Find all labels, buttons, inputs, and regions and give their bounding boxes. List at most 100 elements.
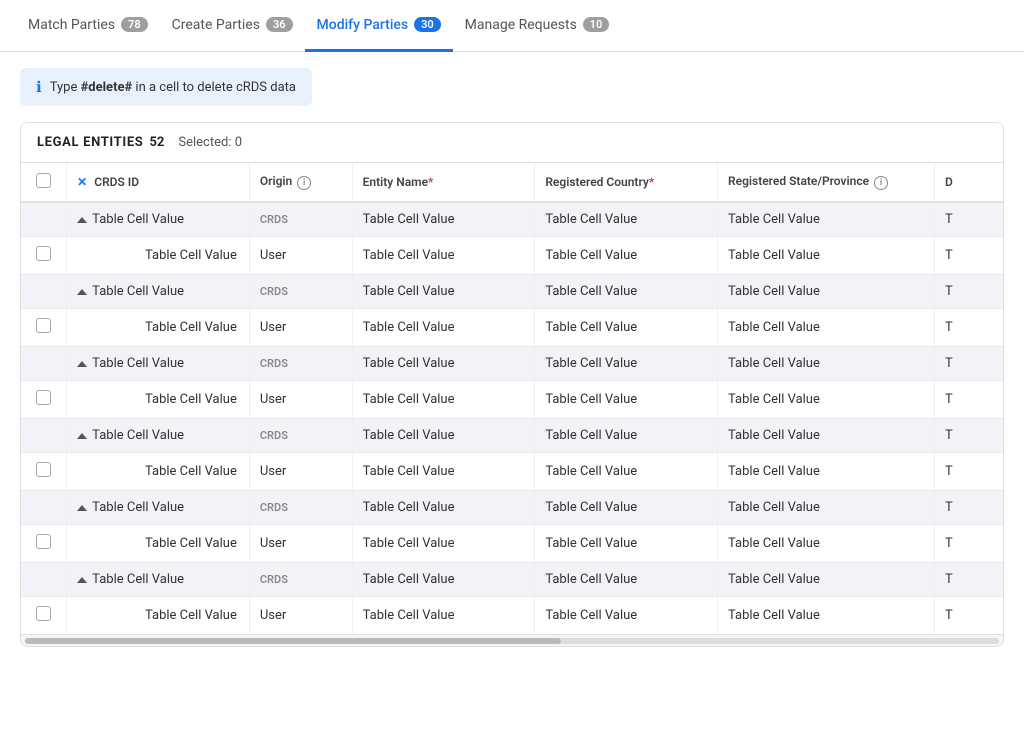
table-row: Table Cell Value User Table Cell Value T…	[21, 453, 1003, 491]
cell-country-6[interactable]: Table Cell Value	[535, 419, 718, 453]
cell-entity-4[interactable]: Table Cell Value	[352, 347, 535, 381]
cell-country-1[interactable]: Table Cell Value	[535, 237, 718, 275]
row-checkbox-5[interactable]	[36, 390, 51, 405]
row-checkbox-3[interactable]	[36, 318, 51, 333]
cell-crds-id-1[interactable]: Table Cell Value	[67, 237, 250, 275]
cell-check-11[interactable]	[21, 597, 67, 635]
cell-entity-0[interactable]: Table Cell Value	[352, 202, 535, 237]
cell-state-11[interactable]: Table Cell Value	[718, 597, 935, 635]
cell-crds-id-0[interactable]: Table Cell Value	[67, 202, 250, 237]
cell-check-3[interactable]	[21, 309, 67, 347]
cell-country-11[interactable]: Table Cell Value	[535, 597, 718, 635]
table-selected: Selected: 0	[178, 135, 242, 150]
tab-modify[interactable]: Modify Parties 30	[305, 1, 453, 52]
cell-country-4[interactable]: Table Cell Value	[535, 347, 718, 381]
table-row: Table Cell Value CRDS Table Cell Value T…	[21, 563, 1003, 597]
tab-create[interactable]: Create Parties 36	[160, 1, 305, 52]
cell-country-9[interactable]: Table Cell Value	[535, 525, 718, 563]
cell-entity-11[interactable]: Table Cell Value	[352, 597, 535, 635]
cell-state-5[interactable]: Table Cell Value	[718, 381, 935, 419]
chevron-up-icon-8	[77, 505, 87, 511]
row-checkbox-1[interactable]	[36, 246, 51, 261]
row-checkbox-7[interactable]	[36, 462, 51, 477]
cell-entity-9[interactable]: Table Cell Value	[352, 525, 535, 563]
cell-crds-id-2[interactable]: Table Cell Value	[67, 275, 250, 309]
cell-d-0[interactable]: T	[934, 202, 1003, 237]
cell-state-2[interactable]: Table Cell Value	[718, 275, 935, 309]
cell-state-1[interactable]: Table Cell Value	[718, 237, 935, 275]
cell-origin-1: User	[249, 237, 352, 275]
col-header-crds-id: ✕ CRDS ID	[67, 163, 250, 202]
cell-d-9[interactable]: T	[934, 525, 1003, 563]
cell-check-9[interactable]	[21, 525, 67, 563]
table-row: Table Cell Value User Table Cell Value T…	[21, 381, 1003, 419]
chevron-up-icon-6	[77, 433, 87, 439]
cell-entity-5[interactable]: Table Cell Value	[352, 381, 535, 419]
cell-state-8[interactable]: Table Cell Value	[718, 491, 935, 525]
cell-crds-id-11[interactable]: Table Cell Value	[67, 597, 250, 635]
cell-d-1[interactable]: T	[934, 237, 1003, 275]
scrollbar-track	[25, 638, 999, 644]
reg-state-info-icon[interactable]: i	[874, 176, 888, 190]
cell-entity-7[interactable]: Table Cell Value	[352, 453, 535, 491]
cell-country-3[interactable]: Table Cell Value	[535, 309, 718, 347]
cell-crds-id-5[interactable]: Table Cell Value	[67, 381, 250, 419]
cell-state-7[interactable]: Table Cell Value	[718, 453, 935, 491]
table-row: Table Cell Value User Table Cell Value T…	[21, 309, 1003, 347]
cell-entity-3[interactable]: Table Cell Value	[352, 309, 535, 347]
cell-crds-id-10[interactable]: Table Cell Value	[67, 563, 250, 597]
row-checkbox-9[interactable]	[36, 534, 51, 549]
cell-crds-id-6[interactable]: Table Cell Value	[67, 419, 250, 453]
cell-d-5[interactable]: T	[934, 381, 1003, 419]
cell-check-7[interactable]	[21, 453, 67, 491]
cell-entity-8[interactable]: Table Cell Value	[352, 491, 535, 525]
cell-entity-2[interactable]: Table Cell Value	[352, 275, 535, 309]
cell-country-2[interactable]: Table Cell Value	[535, 275, 718, 309]
cell-state-9[interactable]: Table Cell Value	[718, 525, 935, 563]
cell-state-6[interactable]: Table Cell Value	[718, 419, 935, 453]
col-header-registered-state: Registered State/Province i	[718, 163, 935, 202]
cell-d-8[interactable]: T	[934, 491, 1003, 525]
cell-state-3[interactable]: Table Cell Value	[718, 309, 935, 347]
cell-d-11[interactable]: T	[934, 597, 1003, 635]
cell-d-6[interactable]: T	[934, 419, 1003, 453]
cell-entity-1[interactable]: Table Cell Value	[352, 237, 535, 275]
table-count: 52	[149, 135, 164, 150]
cell-d-7[interactable]: T	[934, 453, 1003, 491]
cell-entity-6[interactable]: Table Cell Value	[352, 419, 535, 453]
cell-crds-id-8[interactable]: Table Cell Value	[67, 491, 250, 525]
cell-state-0[interactable]: Table Cell Value	[718, 202, 935, 237]
cell-crds-id-9[interactable]: Table Cell Value	[67, 525, 250, 563]
table-section: LEGAL ENTITIES 52 Selected: 0 ✕ CRDS ID …	[20, 122, 1004, 647]
horizontal-scrollbar[interactable]	[21, 634, 1003, 646]
tab-bar: Match Parties 78Create Parties 36Modify …	[0, 0, 1024, 52]
cell-crds-id-7[interactable]: Table Cell Value	[67, 453, 250, 491]
cell-state-4[interactable]: Table Cell Value	[718, 347, 935, 381]
cell-country-10[interactable]: Table Cell Value	[535, 563, 718, 597]
row-checkbox-11[interactable]	[36, 606, 51, 621]
cell-origin-9: User	[249, 525, 352, 563]
origin-info-icon[interactable]: i	[297, 176, 311, 190]
cell-crds-id-4[interactable]: Table Cell Value	[67, 347, 250, 381]
tab-match[interactable]: Match Parties 78	[16, 1, 160, 52]
tab-label-match: Match Parties	[28, 17, 115, 33]
cell-crds-id-3[interactable]: Table Cell Value	[67, 309, 250, 347]
cell-country-0[interactable]: Table Cell Value	[535, 202, 718, 237]
cell-entity-10[interactable]: Table Cell Value	[352, 563, 535, 597]
table-row: Table Cell Value CRDS Table Cell Value T…	[21, 347, 1003, 381]
data-table: ✕ CRDS ID Origin i Entity Name* Register…	[21, 163, 1003, 634]
cell-check-1[interactable]	[21, 237, 67, 275]
cell-origin-11: User	[249, 597, 352, 635]
cell-d-10[interactable]: T	[934, 563, 1003, 597]
tab-manage[interactable]: Manage Requests 10	[453, 1, 622, 52]
cell-country-7[interactable]: Table Cell Value	[535, 453, 718, 491]
cell-country-5[interactable]: Table Cell Value	[535, 381, 718, 419]
cell-d-3[interactable]: T	[934, 309, 1003, 347]
cell-state-10[interactable]: Table Cell Value	[718, 563, 935, 597]
cell-d-4[interactable]: T	[934, 347, 1003, 381]
select-all-checkbox[interactable]	[36, 173, 51, 188]
cell-check-8	[21, 491, 67, 525]
cell-country-8[interactable]: Table Cell Value	[535, 491, 718, 525]
cell-check-5[interactable]	[21, 381, 67, 419]
cell-d-2[interactable]: T	[934, 275, 1003, 309]
